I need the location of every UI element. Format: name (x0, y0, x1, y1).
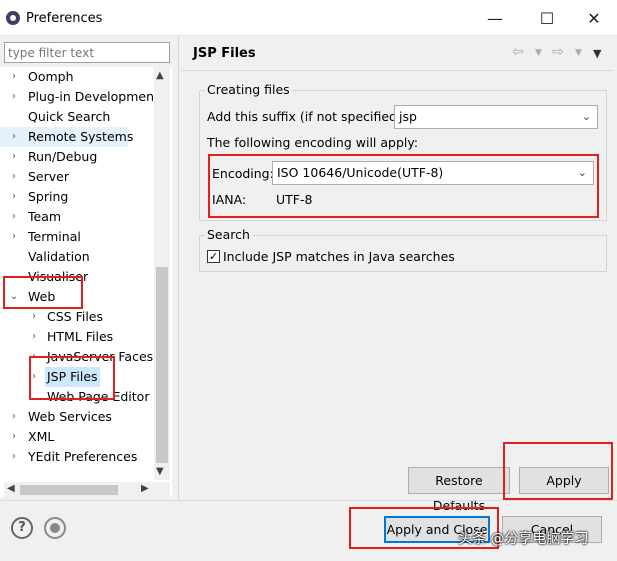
eclipse-app-icon (6, 11, 20, 25)
tree-item-remote-systems[interactable]: › Remote Systems (0, 127, 133, 147)
tree-item-oomph[interactable]: › Oomph (0, 67, 160, 87)
suffix-label: Add this suffix (if not specified): (207, 109, 407, 124)
tree-item-xml[interactable]: › XML (0, 427, 160, 447)
tree-item-label: Plug-in Development (28, 89, 159, 104)
tree-item-label: Oomph (28, 69, 74, 84)
encoding-intro-label: The following encoding will apply: (207, 135, 419, 150)
chevron-right-icon[interactable]: › (28, 307, 40, 327)
chevron-right-icon[interactable]: › (8, 127, 20, 147)
chevron-right-icon[interactable]: › (8, 447, 20, 467)
tree-item-label: Spring (28, 189, 69, 204)
view-menu-icon[interactable]: ▼ (593, 47, 601, 60)
back-arrow-icon[interactable]: ⇦ (512, 44, 524, 60)
scroll-down-icon[interactable]: ▼ (156, 466, 164, 477)
forward-menu-chevron-icon[interactable]: ▼ (575, 48, 582, 58)
chevron-right-icon[interactable]: › (8, 427, 20, 447)
annotation-box-web (3, 276, 83, 309)
scroll-right-icon[interactable]: ▶ (141, 483, 149, 494)
chevron-right-icon[interactable]: › (8, 227, 20, 247)
help-icon[interactable]: ? (11, 517, 33, 539)
search-group-title: Search (205, 227, 252, 242)
tree-item-web-services[interactable]: › Web Services (0, 407, 160, 427)
record-icon[interactable] (44, 517, 66, 539)
annotation-box-apply (503, 442, 613, 500)
tree-item-label: Remote Systems (28, 129, 134, 144)
creating-files-group-title: Creating files (205, 82, 292, 97)
tree-item-plugin-development[interactable]: › Plug-in Development (0, 87, 160, 107)
tree-item-spring[interactable]: › Spring (0, 187, 160, 207)
annotation-box-jsp-files (29, 356, 115, 400)
chevron-right-icon[interactable]: › (8, 187, 20, 207)
chevron-right-icon[interactable]: › (8, 87, 20, 107)
filter-input[interactable] (4, 42, 170, 63)
tree-item-label: XML (28, 429, 55, 444)
tree-item-label: Terminal (28, 229, 81, 244)
tree-item-terminal[interactable]: › Terminal (0, 227, 160, 247)
include-jsp-checkbox[interactable]: ✓ (207, 250, 220, 263)
tree-item-label: CSS Files (47, 309, 103, 324)
scroll-up-icon[interactable]: ▲ (156, 70, 164, 81)
chevron-down-icon[interactable]: ⌄ (582, 106, 591, 128)
watermark: 头条 @分享电脑学习 (458, 531, 589, 547)
window-title: Preferences (26, 11, 103, 26)
suffix-combo[interactable]: jsp ⌄ (394, 105, 598, 129)
scroll-left-icon[interactable]: ◀ (7, 483, 15, 494)
page-title: JSP Files (193, 46, 256, 61)
tree-item-label: Validation (28, 249, 90, 264)
panel-sash[interactable] (178, 36, 179, 501)
chevron-right-icon[interactable]: › (8, 407, 20, 427)
tree-item-validation[interactable]: Validation (0, 247, 160, 267)
tree-item-label: HTML Files (47, 329, 114, 344)
tree-item-label: Quick Search (28, 109, 111, 124)
tree-item-run-debug[interactable]: › Run/Debug (0, 147, 160, 167)
forward-arrow-icon[interactable]: ⇨ (552, 44, 564, 60)
tree-item-server[interactable]: › Server (0, 167, 160, 187)
tree-item-label: YEdit Preferences (28, 449, 138, 464)
tree-item-html-files[interactable]: › HTML Files (0, 327, 160, 347)
close-button[interactable]: ✕ (577, 6, 611, 32)
suffix-combo-value: jsp (399, 109, 417, 124)
tree-item-css-files[interactable]: › CSS Files (0, 307, 160, 327)
chevron-right-icon[interactable]: › (28, 327, 40, 347)
annotation-box-encoding (208, 154, 599, 218)
header-separator (181, 70, 613, 71)
chevron-right-icon[interactable]: › (8, 167, 20, 187)
footer-separator (0, 500, 617, 501)
tree-item-label: Web Services (28, 409, 112, 424)
restore-defaults-button[interactable]: Restore Defaults (408, 467, 510, 513)
tree-horizontal-scroll-thumb[interactable] (20, 485, 118, 495)
tree-item-label: Team (28, 209, 62, 224)
include-jsp-label: Include JSP matches in Java searches (223, 249, 455, 264)
chevron-right-icon[interactable]: › (8, 67, 20, 87)
minimize-button[interactable]: — (478, 6, 512, 32)
chevron-right-icon[interactable]: › (8, 207, 20, 227)
tree-item-label: Server (28, 169, 69, 184)
chevron-right-icon[interactable]: › (8, 147, 20, 167)
tree-item-yedit-preferences[interactable]: › YEdit Preferences (0, 447, 160, 467)
tree-item-quick-search[interactable]: Quick Search (0, 107, 160, 127)
tree-vertical-scroll-thumb[interactable] (156, 267, 168, 463)
tree-item-team[interactable]: › Team (0, 207, 160, 227)
tree-item-label: Run/Debug (28, 149, 98, 164)
back-menu-chevron-icon[interactable]: ▼ (535, 48, 542, 58)
maximize-button[interactable]: ☐ (530, 6, 564, 32)
